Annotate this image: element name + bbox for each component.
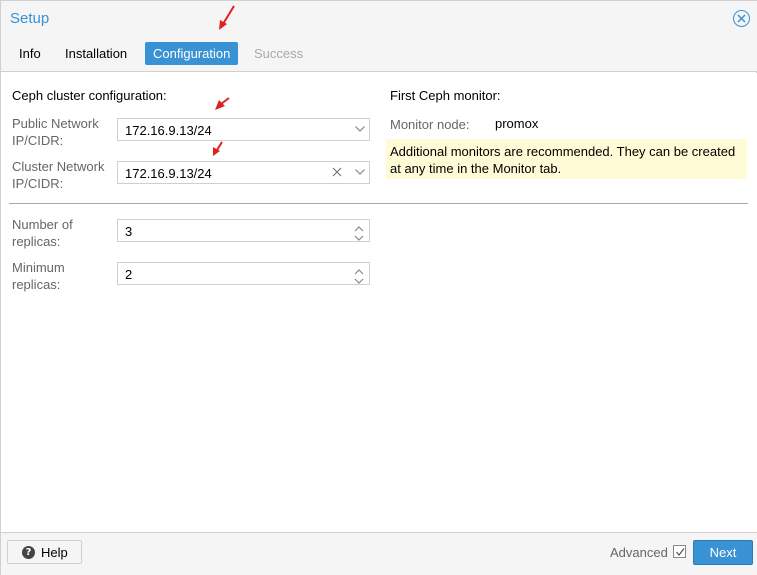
cluster-network-value: 172.16.9.13/24 bbox=[125, 166, 212, 181]
cluster-network-combo[interactable]: 172.16.9.13/24 bbox=[117, 161, 370, 184]
next-button[interactable]: Next bbox=[693, 540, 753, 565]
public-network-label-line2: IP/CIDR: bbox=[12, 133, 64, 148]
help-button[interactable]: ? Help bbox=[7, 540, 82, 564]
public-network-label-line1: Public Network bbox=[12, 116, 99, 131]
monitor-notice: Additional monitors are recommended. The… bbox=[386, 139, 747, 179]
replicas-spin-arrows bbox=[353, 221, 365, 241]
setup-window: Setup Info Installation Configuration Su… bbox=[0, 0, 757, 575]
clear-icon[interactable] bbox=[328, 162, 346, 183]
replicas-label: Number of replicas: bbox=[12, 216, 73, 250]
spin-down-icon[interactable] bbox=[353, 274, 365, 284]
min-replicas-label-line2: replicas: bbox=[12, 277, 61, 292]
question-circle-icon: ? bbox=[22, 546, 35, 559]
section-divider bbox=[9, 203, 748, 204]
spin-up-icon[interactable] bbox=[353, 264, 365, 275]
min-replicas-value: 2 bbox=[125, 267, 133, 282]
cluster-network-label-line1: Cluster Network bbox=[12, 159, 105, 174]
public-network-label: Public Network IP/CIDR: bbox=[12, 115, 99, 149]
chevron-down-icon[interactable] bbox=[351, 162, 369, 183]
min-replicas-label: Minimum replicas: bbox=[12, 259, 65, 293]
spin-up-icon[interactable] bbox=[353, 221, 365, 232]
public-network-combo[interactable]: 172.16.9.13/24 bbox=[117, 118, 370, 141]
spin-down-icon[interactable] bbox=[353, 231, 365, 241]
replicas-spinner[interactable]: 3 bbox=[117, 219, 370, 242]
min-replicas-spinner[interactable]: 2 bbox=[117, 262, 370, 285]
tab-configuration[interactable]: Configuration bbox=[145, 42, 239, 65]
replicas-value: 3 bbox=[125, 224, 133, 239]
advanced-label: Advanced bbox=[610, 545, 668, 560]
close-icon[interactable] bbox=[733, 10, 750, 27]
advanced-checkbox[interactable] bbox=[673, 545, 686, 558]
min-replicas-label-line1: Minimum bbox=[12, 260, 65, 275]
public-network-value: 172.16.9.13/24 bbox=[125, 123, 212, 138]
tab-installation[interactable]: Installation bbox=[57, 42, 135, 65]
min-replicas-spin-arrows bbox=[353, 264, 365, 284]
monitor-node-value: promox bbox=[495, 116, 539, 131]
tab-info[interactable]: Info bbox=[11, 42, 49, 65]
monitor-node-label: Monitor node: bbox=[390, 117, 470, 132]
monitor-title: First Ceph monitor: bbox=[390, 88, 501, 103]
window-title: Setup bbox=[10, 10, 50, 27]
cluster-network-label: Cluster Network IP/CIDR: bbox=[12, 158, 104, 192]
cluster-network-label-line2: IP/CIDR: bbox=[12, 176, 64, 191]
replicas-label-line2: replicas: bbox=[12, 234, 61, 249]
configuration-panel: Ceph cluster configuration: Public Netwo… bbox=[1, 73, 757, 532]
window-footer: ? Help Advanced Next bbox=[1, 532, 757, 575]
window-header: Setup bbox=[1, 1, 757, 37]
tab-success: Success bbox=[254, 46, 304, 61]
help-button-label: Help bbox=[41, 545, 68, 560]
tab-bar: Info Installation Configuration Success bbox=[1, 37, 757, 72]
replicas-label-line1: Number of bbox=[12, 217, 73, 232]
chevron-down-icon[interactable] bbox=[351, 119, 369, 140]
cluster-config-title: Ceph cluster configuration: bbox=[12, 88, 167, 103]
